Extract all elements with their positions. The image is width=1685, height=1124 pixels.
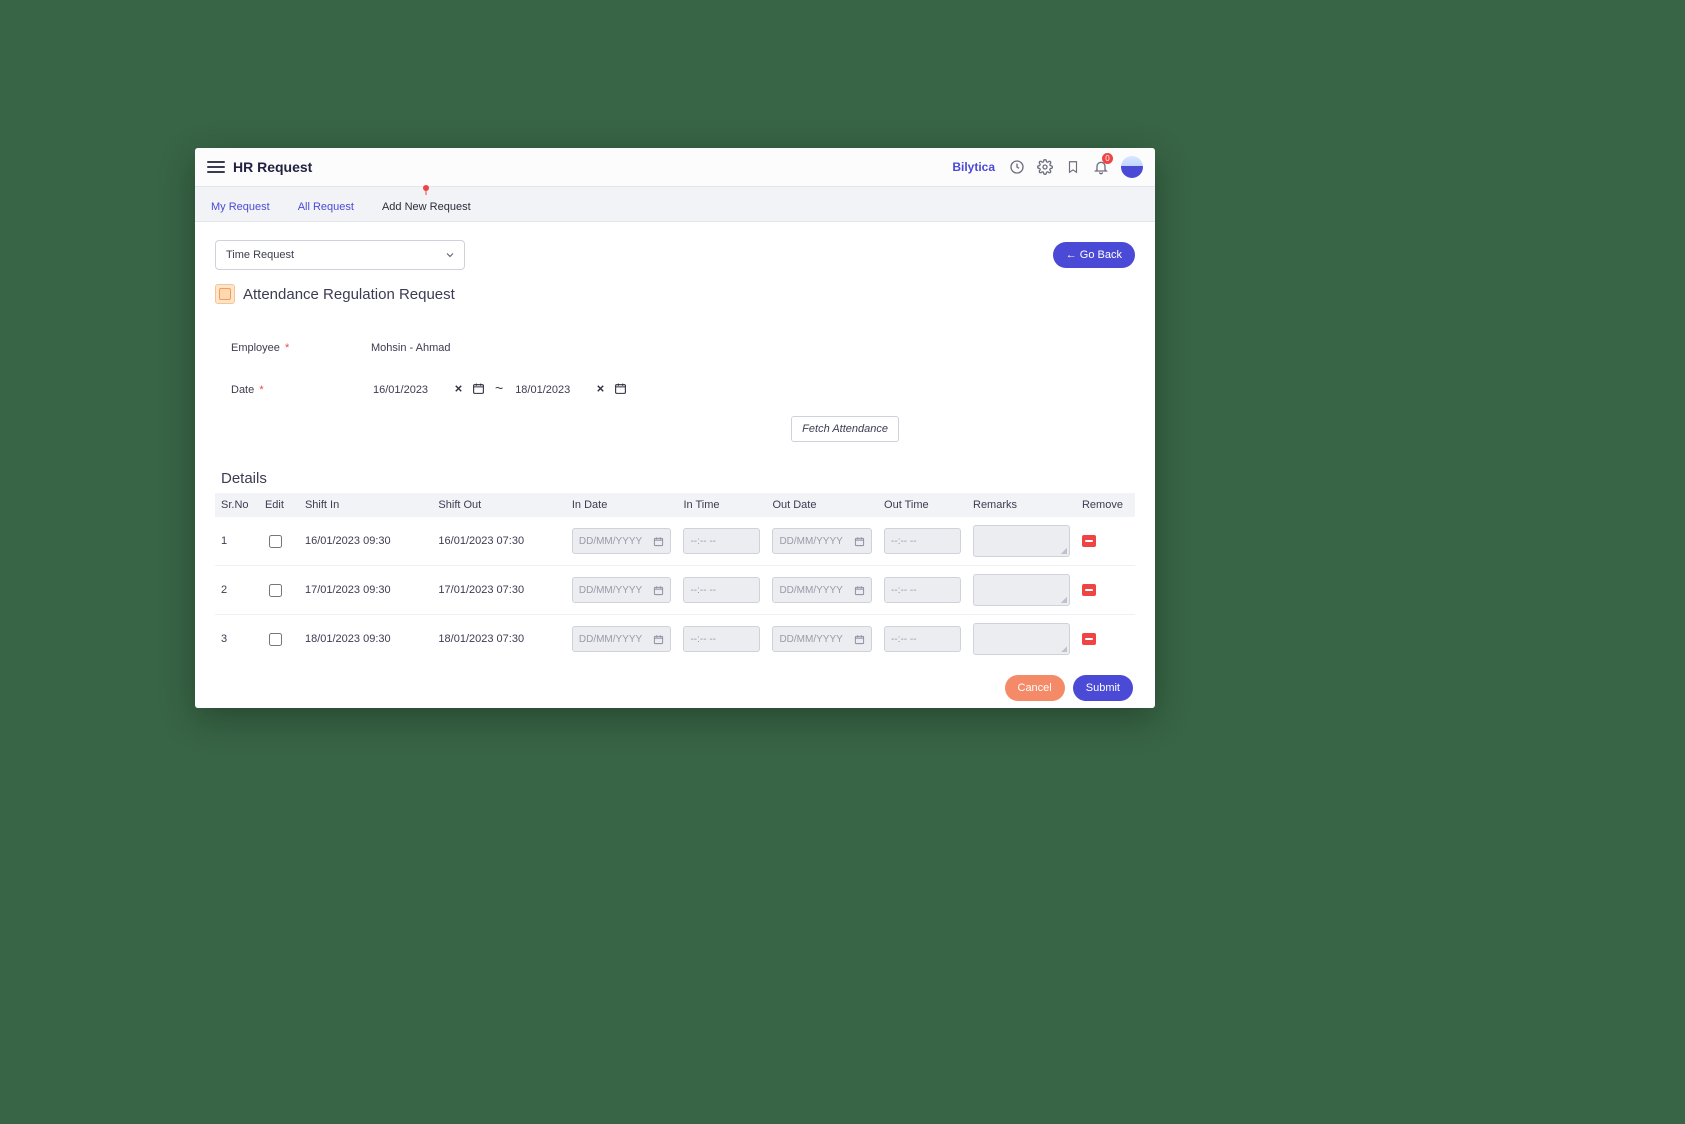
app-window: HR Request Bilytica 0 My Request All Req… [195,148,1155,708]
cell-sr: 3 [215,615,259,664]
remove-row-button[interactable] [1082,535,1096,547]
date-to-calendar-icon[interactable] [614,382,627,398]
cell-shift-in: 17/01/2023 09:30 [299,566,432,615]
cell-edit [259,517,299,566]
request-type-value: Time Request [226,249,294,261]
cell-shift-in: 18/01/2023 09:30 [299,615,432,664]
fetch-attendance-button[interactable]: Fetch Attendance [791,416,899,442]
out-date-input[interactable]: DD/MM/YYYY [772,528,872,554]
bell-icon[interactable]: 0 [1090,156,1112,178]
cell-edit [259,615,299,664]
date-to-input[interactable] [513,383,587,397]
gear-icon[interactable] [1034,156,1056,178]
table-row: 2 17/01/2023 09:3017/01/2023 07:30 DD/MM/Y… [215,566,1135,615]
col-in-time: In Time [677,493,766,517]
remove-row-button[interactable] [1082,584,1096,596]
cell-sr: 1 [215,517,259,566]
cancel-button[interactable]: Cancel [1005,675,1065,701]
col-remove: Remove [1076,493,1135,517]
col-in-date: In Date [566,493,678,517]
date-from-input[interactable] [371,383,445,397]
col-sr: Sr.No [215,493,259,517]
date-range-dash: ~ [495,380,503,396]
bookmark-icon[interactable] [1062,156,1084,178]
footer-actions: Cancel Submit [207,675,1133,701]
tabs-bar: My Request All Request Add New Request [195,187,1155,222]
table-row: 3 18/01/2023 09:3018/01/2023 07:30 DD/MM/Y… [215,615,1135,664]
out-time-input[interactable]: --:-- -- [884,528,961,554]
cell-edit [259,566,299,615]
out-date-input[interactable]: DD/MM/YYYY [772,626,872,652]
remarks-input[interactable] [973,525,1070,557]
avatar[interactable] [1121,156,1143,178]
submit-button[interactable]: Submit [1073,675,1133,701]
date-from[interactable] [371,382,485,398]
table-row: 1 16/01/2023 09:3016/01/2023 07:30 DD/MM/Y… [215,517,1135,566]
clock-icon[interactable] [1006,156,1028,178]
col-out-time: Out Time [878,493,967,517]
form-card: Employee * Mohsin - Ahmad Date * [215,318,1135,466]
company-name[interactable]: Bilytica [952,160,995,174]
chevron-down-icon [444,249,456,261]
in-date-input[interactable]: DD/MM/YYYY [572,577,672,603]
request-type-select[interactable]: Time Request [215,240,465,270]
tab-add-new-request[interactable]: Add New Request [378,193,475,221]
col-remarks: Remarks [967,493,1076,517]
page-title: HR Request [233,159,312,175]
details-table: Sr.No Edit Shift In Shift Out In Date In… [215,493,1135,663]
out-time-input[interactable]: --:-- -- [884,626,961,652]
date-to[interactable] [513,382,627,398]
panel-title: Attendance Regulation Request [215,284,1135,304]
remarks-input[interactable] [973,623,1070,655]
edit-checkbox[interactable] [269,535,282,548]
in-time-input[interactable]: --:-- -- [683,528,760,554]
employee-value: Mohsin - Ahmad [371,342,450,354]
cell-sr: 2 [215,566,259,615]
out-date-input[interactable]: DD/MM/YYYY [772,577,872,603]
col-shift-out: Shift Out [432,493,565,517]
out-time-input[interactable]: --:-- -- [884,577,961,603]
tab-my-request[interactable]: My Request [207,193,274,221]
cell-shift-out: 16/01/2023 07:30 [432,517,565,566]
notification-badge: 0 [1102,153,1113,164]
in-time-input[interactable]: --:-- -- [683,626,760,652]
edit-checkbox[interactable] [269,633,282,646]
date-from-clear-icon[interactable] [453,383,464,397]
cell-shift-in: 16/01/2023 09:30 [299,517,432,566]
col-edit: Edit [259,493,299,517]
cell-shift-out: 17/01/2023 07:30 [432,566,565,615]
date-label: Date * [231,384,371,396]
cell-shift-out: 18/01/2023 07:30 [432,615,565,664]
tab-all-request[interactable]: All Request [294,193,358,221]
details-title: Details [221,470,1135,487]
remarks-input[interactable] [973,574,1070,606]
topbar: HR Request Bilytica 0 [195,148,1155,187]
employee-label: Employee * [231,342,371,354]
menu-icon[interactable] [207,158,225,176]
col-out-date: Out Date [766,493,878,517]
panel-title-icon [215,284,235,304]
in-time-input[interactable]: --:-- -- [683,577,760,603]
in-date-input[interactable]: DD/MM/YYYY [572,626,672,652]
content-area: Time Request ← Go Back Attendance Regula… [195,222,1155,708]
date-from-calendar-icon[interactable] [472,382,485,398]
edit-checkbox[interactable] [269,584,282,597]
date-to-clear-icon[interactable] [595,383,606,397]
in-date-input[interactable]: DD/MM/YYYY [572,528,672,554]
col-shift-in: Shift In [299,493,432,517]
go-back-button[interactable]: ← Go Back [1053,242,1135,268]
remove-row-button[interactable] [1082,633,1096,645]
